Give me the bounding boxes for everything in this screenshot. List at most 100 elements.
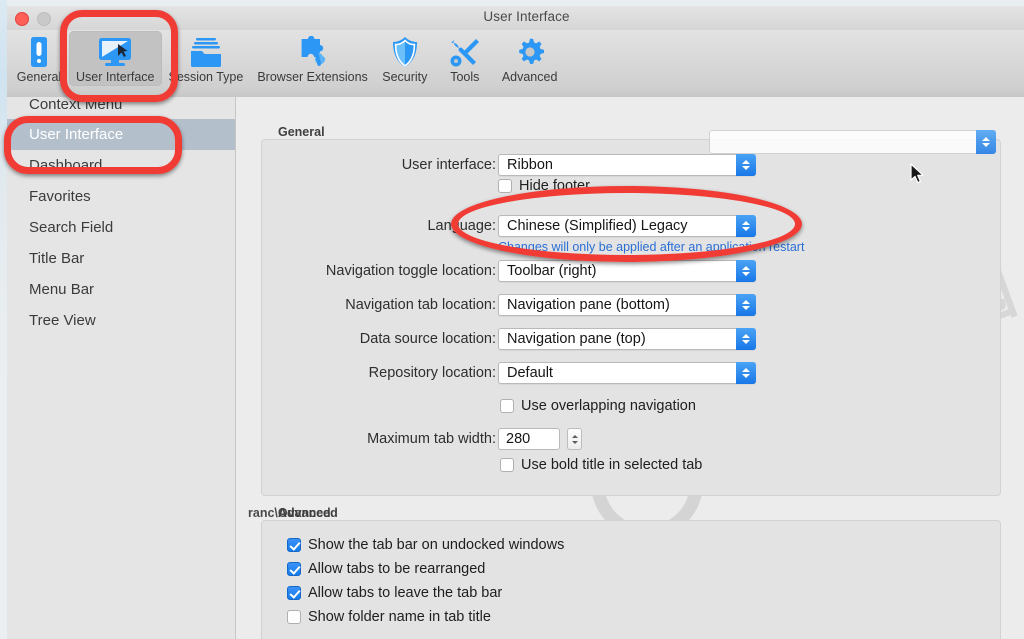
ghost-popup-artifact (709, 130, 996, 154)
toolbar-item-user-interface[interactable]: User Interface (69, 31, 162, 86)
chevron-up-down-icon[interactable] (736, 215, 756, 237)
allow-tabs-leave-row[interactable]: Allow tabs to leave the tab bar (287, 585, 502, 601)
sidebar-label-title-bar: Title Bar (29, 250, 85, 267)
tools-icon (449, 35, 481, 69)
restart-note: Changes will only be applied after an ap… (498, 240, 805, 254)
allow-tabs-rearranged-label: Allow tabs to be rearranged (308, 561, 486, 577)
show-folder-name-checkbox[interactable] (287, 610, 301, 624)
preferences-window: User Interface General User Interface Se… (7, 6, 1024, 639)
use-overlapping-navigation-row[interactable]: Use overlapping navigation (500, 398, 696, 414)
sidebar-item-menu-bar[interactable]: Menu Bar (7, 274, 235, 305)
sidebar-label-context-menu: Context Menu (29, 97, 123, 113)
allow-tabs-rearranged-checkbox[interactable] (287, 562, 301, 576)
chevron-up-down-icon[interactable] (736, 362, 756, 384)
data-source-location-value: Navigation pane (top) (507, 331, 646, 347)
label-repository-location: Repository location: (368, 365, 496, 381)
preferences-toolbar: General User Interface Session Type Brow… (7, 30, 1024, 98)
label-navigation-tab-location: Navigation tab location: (345, 297, 496, 313)
allow-tabs-rearranged-row[interactable]: Allow tabs to be rearranged (287, 561, 485, 577)
chevron-up-down-icon[interactable] (736, 294, 756, 316)
show-tab-bar-undocked-row[interactable]: Show the tab bar on undocked windows (287, 537, 564, 553)
toolbar-item-tools[interactable]: Tools (435, 31, 495, 86)
allow-tabs-leave-checkbox[interactable] (287, 586, 301, 600)
puzzle-wrench-icon (295, 35, 331, 69)
sidebar-item-tree-view[interactable]: Tree View (7, 305, 235, 336)
gear-icon (515, 35, 545, 69)
label-data-source-location: Data source location: (359, 331, 496, 347)
maximum-tab-width-row-label: Maximum tab width: (271, 428, 496, 450)
show-tab-bar-undocked-checkbox[interactable] (287, 538, 301, 552)
repository-location-popup[interactable]: Default (498, 362, 756, 384)
toolbar-label-tools: Tools (450, 70, 480, 84)
use-overlapping-navigation-checkbox[interactable] (500, 399, 514, 413)
allow-tabs-leave-label: Allow tabs to leave the tab bar (308, 585, 503, 601)
toolbar-item-advanced[interactable]: Advanced (495, 31, 565, 86)
sidebar-item-user-interface[interactable]: User Interface (7, 119, 235, 150)
toolbar-label-advanced: Advanced (501, 70, 558, 84)
user-interface-row-label: User interface: (271, 154, 496, 176)
sidebar-label-dashboard: Dashboard (29, 157, 103, 174)
sidebar-item-search-field[interactable]: Search Field (7, 212, 235, 243)
folder-stack-icon (189, 35, 223, 69)
navigation-tab-location-value: Navigation pane (bottom) (507, 297, 670, 313)
show-folder-name-label: Show folder name in tab title (308, 609, 491, 625)
sidebar-label-menu-bar: Menu Bar (29, 281, 95, 298)
use-bold-title-checkbox[interactable] (500, 458, 514, 472)
label-user-interface: User interface: (401, 157, 496, 173)
window-title-text: User Interface (483, 9, 570, 24)
data-source-row-label: Data source location: (271, 328, 496, 350)
stepper-down-icon[interactable] (571, 440, 578, 444)
window-titlebar: User Interface (7, 6, 1024, 30)
toolbar-item-security[interactable]: Security (375, 31, 435, 86)
advanced-group-title: Advanced (278, 506, 338, 520)
preferences-sidebar: Context Menu User Interface Dashboard Fa… (7, 97, 236, 639)
language-popup[interactable]: Chinese (Simplified) Legacy (498, 215, 756, 237)
screenshot-root: User Interface General User Interface Se… (0, 0, 1024, 639)
hide-footer-label: Hide footer (519, 178, 590, 194)
label-maximum-tab-width: Maximum tab width: (367, 431, 496, 447)
toolbar-item-browser-extensions[interactable]: Browser Extensions (250, 31, 374, 86)
stepper-up-icon[interactable] (571, 434, 578, 438)
sidebar-label-user-interface: User Interface (29, 126, 124, 143)
navigation-toggle-location-popup[interactable]: Toolbar (right) (498, 260, 756, 282)
toolbar-item-general[interactable]: General (9, 31, 69, 86)
sidebar-label-tree-view: Tree View (29, 312, 96, 329)
sidebar-label-search-field: Search Field (29, 219, 114, 236)
sidebar-item-context-menu[interactable]: Context Menu (7, 97, 235, 119)
shield-icon (391, 35, 419, 69)
repository-row-label: Repository location: (271, 362, 496, 384)
language-row-label: Language: (271, 215, 496, 237)
hide-footer-checkbox[interactable] (498, 179, 512, 193)
device-icon (28, 35, 50, 69)
maximum-tab-width-value: 280 (506, 431, 531, 447)
toolbar-label-session-type: Session Type (168, 70, 244, 84)
toolbar-label-security: Security (382, 70, 428, 84)
sidebar-item-dashboard[interactable]: Dashboard (7, 150, 235, 181)
show-folder-name-row[interactable]: Show folder name in tab title (287, 609, 491, 625)
label-navigation-toggle-location: Navigation toggle location: (325, 263, 496, 279)
sidebar-item-title-bar[interactable]: Title Bar (7, 243, 235, 274)
show-tab-bar-undocked-label: Show the tab bar on undocked windows (308, 537, 565, 553)
toolbar-label-browser-extensions: Browser Extensions (257, 70, 368, 84)
use-bold-title-row[interactable]: Use bold title in selected tab (500, 457, 702, 473)
data-source-location-popup[interactable]: Navigation pane (top) (498, 328, 756, 350)
hide-footer-checkbox-row[interactable]: Hide footer (498, 178, 590, 194)
user-interface-popup[interactable]: Ribbon (498, 154, 756, 176)
toolbar-label-general: General (16, 70, 62, 84)
language-value: Chinese (Simplified) Legacy (507, 218, 688, 234)
maximum-tab-width-stepper[interactable] (567, 428, 582, 450)
navigation-tab-row-label: Navigation tab location: (271, 294, 496, 316)
navigation-tab-location-popup[interactable]: Navigation pane (bottom) (498, 294, 756, 316)
label-language: Language: (427, 218, 496, 234)
preferences-content: Mac铺软件 mac.ltools14.com 软件园 General User… (236, 97, 1024, 639)
chevron-up-down-icon[interactable] (736, 154, 756, 176)
toolbar-item-session-type[interactable]: Session Type (162, 31, 251, 86)
user-interface-value: Ribbon (507, 157, 553, 173)
chevron-up-down-icon[interactable] (736, 328, 756, 350)
navigation-toggle-location-value: Toolbar (right) (507, 263, 597, 279)
maximum-tab-width-input[interactable]: 280 (498, 428, 560, 450)
chevron-up-down-icon[interactable] (736, 260, 756, 282)
sidebar-label-favorites: Favorites (29, 188, 91, 205)
sidebar-item-favorites[interactable]: Favorites (7, 181, 235, 212)
mouse-cursor (910, 163, 926, 190)
